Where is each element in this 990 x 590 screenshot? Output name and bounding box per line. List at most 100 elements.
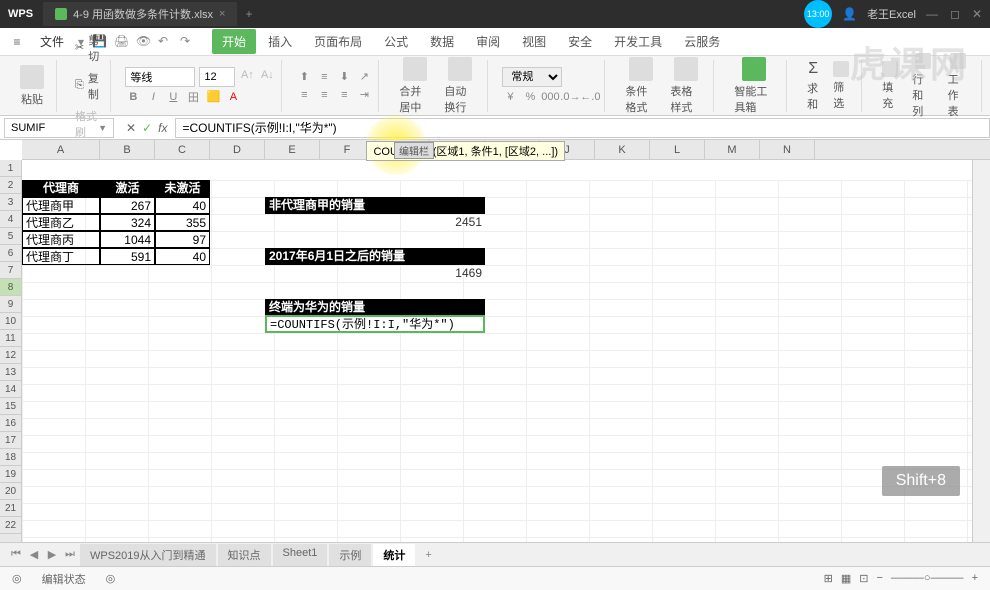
currency-icon[interactable]: ¥ (502, 89, 518, 105)
percent-icon[interactable]: % (522, 89, 538, 105)
increase-font-icon[interactable]: A↑ (239, 67, 255, 83)
font-size-select[interactable] (199, 67, 235, 87)
ribbon-tab-6[interactable]: 视图 (512, 29, 556, 54)
row-header-18[interactable]: 18 (0, 449, 21, 466)
table-cell-inact-1[interactable]: 355 (155, 214, 210, 231)
table-header-1[interactable]: 激活 (100, 180, 155, 197)
row-headers[interactable]: 12345678910111213141516171819202122 (0, 160, 22, 542)
ribbon-tab-8[interactable]: 开发工具 (604, 29, 672, 54)
row-header-21[interactable]: 21 (0, 500, 21, 517)
ribbon-tab-0[interactable]: 开始 (212, 29, 256, 54)
font-name-select[interactable] (125, 67, 195, 87)
zoom-in-icon[interactable]: + (972, 572, 978, 585)
col-header-N[interactable]: N (760, 140, 815, 159)
table-cell-name-3[interactable]: 代理商丁 (22, 248, 100, 265)
italic-icon[interactable]: I (145, 89, 161, 105)
row-header-13[interactable]: 13 (0, 364, 21, 381)
formula-input[interactable]: =COUNTIFS(示例!I:I,"华为*") COUNTIFS (区域1, 条… (175, 118, 990, 138)
col-header-A[interactable]: A (22, 140, 100, 159)
fx-icon[interactable]: fx (158, 121, 167, 135)
table-cell-act-1[interactable]: 324 (100, 214, 155, 231)
ribbon-tab-1[interactable]: 插入 (258, 29, 302, 54)
user-avatar-icon[interactable]: 👤 (842, 7, 857, 21)
filter-button[interactable]: 筛选 (827, 61, 855, 111)
cell-style-button[interactable]: 表格样式 (664, 57, 707, 115)
col-header-M[interactable]: M (705, 140, 760, 159)
fill-button[interactable]: 填充 (876, 61, 904, 111)
row-header-6[interactable]: 6 (0, 245, 21, 262)
document-tab[interactable]: 4-9 用函数做多条件计数.xlsx × (43, 2, 237, 26)
sheet-tab-3[interactable]: 示例 (329, 544, 371, 566)
align-right-icon[interactable]: ≡ (336, 87, 352, 103)
vertical-scrollbar[interactable] (972, 160, 990, 542)
ribbon-tab-4[interactable]: 数据 (420, 29, 464, 54)
wrap-button[interactable]: 自动换行 (438, 57, 481, 115)
zoom-slider[interactable]: ———○——— (891, 572, 964, 585)
table-cell-inact-3[interactable]: 40 (155, 248, 210, 265)
block-value-0[interactable]: 2451 (430, 214, 485, 231)
align-top-icon[interactable]: ⬆ (296, 69, 312, 85)
row-header-15[interactable]: 15 (0, 398, 21, 415)
sheet-tab-4[interactable]: 统计 (373, 544, 415, 566)
undo-icon[interactable]: ↶ (158, 34, 174, 50)
col-header-L[interactable]: L (650, 140, 705, 159)
file-menu[interactable]: 文件 (30, 31, 74, 52)
sheet-tab-1[interactable]: 知识点 (218, 544, 271, 566)
print-icon[interactable]: 🖨 (114, 34, 130, 50)
fill-color-icon[interactable]: 🟨 (205, 89, 221, 105)
ribbon-tab-3[interactable]: 公式 (374, 29, 418, 54)
toolbox-button[interactable]: 智能工具箱 (728, 57, 780, 115)
decrease-font-icon[interactable]: A↓ (259, 67, 275, 83)
sheet-nav-prev-icon[interactable]: ◀ (26, 548, 42, 561)
paste-button[interactable]: 粘贴 (14, 65, 50, 107)
block-value-1[interactable]: 1469 (430, 265, 485, 282)
sheet-nav-next-icon[interactable]: ▶ (44, 548, 60, 561)
table-cell-act-0[interactable]: 267 (100, 197, 155, 214)
ribbon-tab-7[interactable]: 安全 (558, 29, 602, 54)
menu-icon[interactable]: ≡ (8, 33, 26, 51)
block-title-1[interactable]: 2017年6月1日之后的销量 (265, 248, 485, 265)
row-col-button[interactable]: 行和列 (906, 53, 939, 119)
row-header-19[interactable]: 19 (0, 466, 21, 483)
zoom-out-icon[interactable]: − (876, 572, 882, 585)
row-header-22[interactable]: 22 (0, 517, 21, 534)
cancel-formula-icon[interactable]: ✕ (126, 121, 136, 135)
col-header-B[interactable]: B (100, 140, 155, 159)
row-header-9[interactable]: 9 (0, 296, 21, 313)
row-header-17[interactable]: 17 (0, 432, 21, 449)
ribbon-tab-2[interactable]: 页面布局 (304, 29, 372, 54)
col-header-D[interactable]: D (210, 140, 265, 159)
align-bottom-icon[interactable]: ⬇ (336, 69, 352, 85)
clock-widget[interactable]: 13:00 (804, 0, 832, 28)
cut-button[interactable]: ✂ 剪切 (71, 30, 104, 66)
block-title-0[interactable]: 非代理商甲的销量 (265, 197, 485, 214)
row-header-1[interactable]: 1 (0, 160, 21, 177)
row-header-16[interactable]: 16 (0, 415, 21, 432)
table-header-0[interactable]: 代理商 (22, 180, 100, 197)
cell-grid[interactable]: 代理商激活未激活代理商甲26740代理商乙324355代理商丙104497代理商… (22, 180, 972, 542)
underline-icon[interactable]: U (165, 89, 181, 105)
editing-cell[interactable]: =COUNTIFS(示例!I:I,"华为*") (265, 315, 485, 333)
block-title-2[interactable]: 终端为华为的销量 (265, 299, 485, 316)
copy-button[interactable]: ⎘ 复制 (71, 68, 104, 104)
name-box[interactable]: SUMIF▼ (4, 118, 114, 138)
close-tab-icon[interactable]: × (219, 8, 225, 20)
view-layout-icon[interactable]: ▦ (841, 572, 851, 585)
user-name[interactable]: 老王Excel (867, 6, 916, 22)
table-cell-name-2[interactable]: 代理商丙 (22, 231, 100, 248)
table-cell-inact-2[interactable]: 97 (155, 231, 210, 248)
merge-button[interactable]: 合并居中 (393, 57, 436, 115)
col-header-C[interactable]: C (155, 140, 210, 159)
decimal-inc-icon[interactable]: .0→ (562, 89, 578, 105)
row-header-8[interactable]: 8 (0, 279, 21, 296)
col-header-E[interactable]: E (265, 140, 320, 159)
table-cell-act-2[interactable]: 1044 (100, 231, 155, 248)
row-header-2[interactable]: 2 (0, 177, 21, 194)
align-left-icon[interactable]: ≡ (296, 87, 312, 103)
table-cell-inact-0[interactable]: 40 (155, 197, 210, 214)
preview-icon[interactable]: 👁 (136, 34, 152, 50)
table-cell-act-3[interactable]: 591 (100, 248, 155, 265)
view-normal-icon[interactable]: ⊞ (824, 572, 833, 585)
cond-format-button[interactable]: 条件格式 (619, 57, 662, 115)
border-icon[interactable]: 田 (185, 89, 201, 105)
